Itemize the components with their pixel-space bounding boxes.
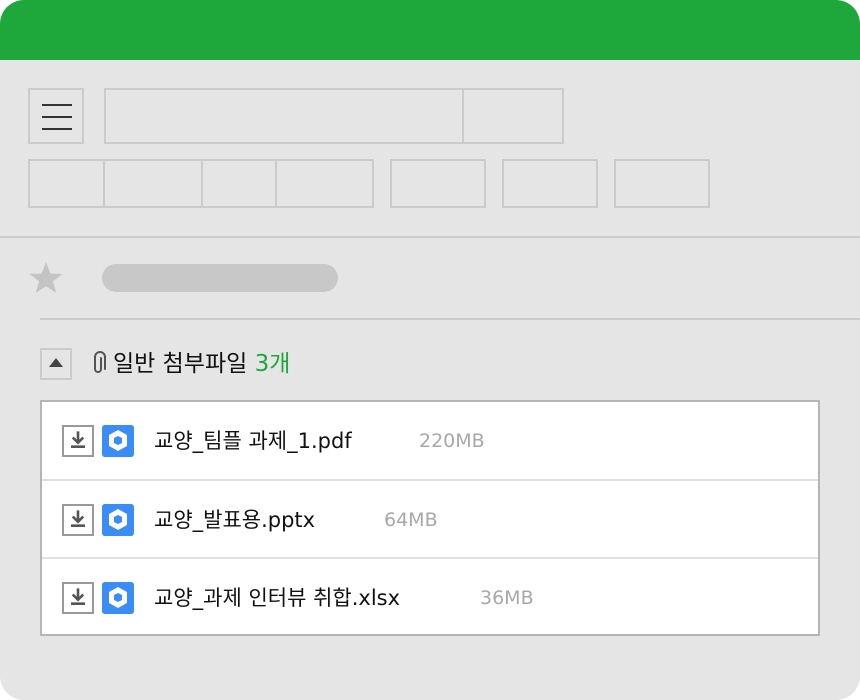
triangle-up-icon xyxy=(49,358,63,367)
attachment-row[interactable]: 교양_팀플 과제_1.pdf 220MB xyxy=(42,402,818,479)
toolbar-button-group[interactable] xyxy=(28,159,374,208)
toolbar-button[interactable] xyxy=(502,159,598,208)
menu-button[interactable] xyxy=(28,88,84,144)
attachment-row[interactable]: 교양_발표용.pptx 64MB xyxy=(42,479,818,558)
attachment-count: 3개 xyxy=(254,351,291,377)
star-icon[interactable] xyxy=(28,260,64,296)
cube-file-icon xyxy=(102,504,134,536)
toolbar-button[interactable] xyxy=(390,159,486,208)
download-icon[interactable] xyxy=(62,504,94,536)
file-name[interactable]: 교양_팀플 과제_1.pdf xyxy=(154,424,352,458)
paperclip-icon xyxy=(94,351,106,373)
search-divider xyxy=(462,90,464,142)
hamburger-icon-line xyxy=(42,128,72,130)
file-size: 36MB xyxy=(480,587,534,609)
toolbar-separator xyxy=(275,161,277,206)
hamburger-icon-line xyxy=(42,116,72,118)
download-icon[interactable] xyxy=(62,425,94,457)
toolbar-separator xyxy=(201,161,203,206)
attachment-row[interactable]: 교양_과제 인터뷰 취합.xlsx 36MB xyxy=(42,557,818,636)
attachment-header: 일반 첨부파일 3개 xyxy=(113,347,290,381)
divider xyxy=(40,318,860,320)
download-icon[interactable] xyxy=(62,582,94,614)
collapse-button[interactable] xyxy=(40,348,72,380)
file-name[interactable]: 교양_과제 인터뷰 취합.xlsx xyxy=(154,581,400,615)
attachment-label: 일반 첨부파일 xyxy=(113,351,248,377)
file-size: 64MB xyxy=(384,509,438,531)
search-field[interactable] xyxy=(104,88,564,144)
cube-file-icon xyxy=(102,582,134,614)
hamburger-icon xyxy=(42,104,72,106)
file-name[interactable]: 교양_발표용.pptx xyxy=(154,503,315,537)
file-size: 220MB xyxy=(419,430,485,452)
attachment-list: 교양_팀플 과제_1.pdf 220MB 교양_발표용.pptx 64MB 교양… xyxy=(40,400,820,636)
cube-file-icon xyxy=(102,425,134,457)
mail-window: 일반 첨부파일 3개 교양_팀플 과제_1.pdf 220MB 교양_발표용.p… xyxy=(0,0,860,700)
toolbar-separator xyxy=(103,161,105,206)
toolbar-button[interactable] xyxy=(614,159,710,208)
subject-placeholder xyxy=(102,264,338,292)
divider xyxy=(0,236,860,238)
header-bar xyxy=(0,0,860,60)
